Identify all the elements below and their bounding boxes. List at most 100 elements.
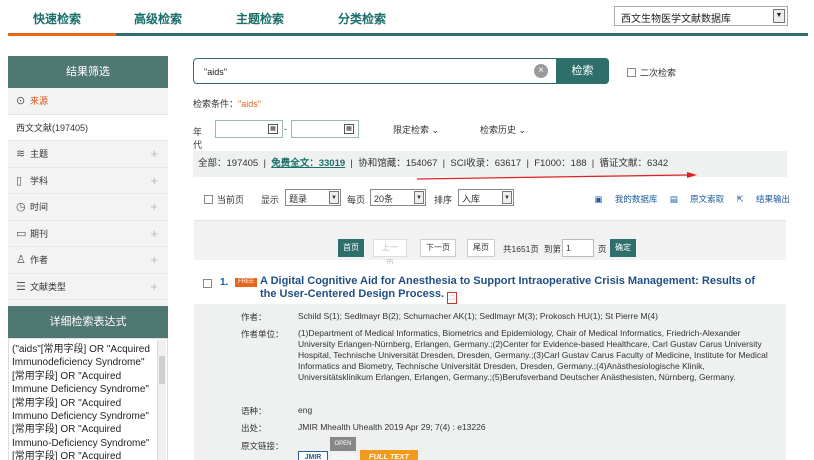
detail-expression-title: 详细检索表达式 (8, 306, 168, 338)
sort-select[interactable]: 入库 ▼ (458, 189, 514, 206)
chevron-down-icon[interactable]: ▼ (502, 191, 512, 204)
result-toolbar: 当前页 显示 题录 ▼ 每页 20条 ▼ 排序 入库 ▼ ▣ 我的数据库 ▤ 原文索取… (200, 189, 790, 209)
free-badge: FREE (235, 278, 257, 287)
first-page-button[interactable]: 首页 (338, 239, 364, 257)
export-results-link[interactable]: ⇱ 结果输出 (737, 194, 791, 204)
year-dash: - (284, 124, 287, 134)
fulltext-link-label: 原文链接： (241, 441, 284, 451)
sidebar-item-subject[interactable]: ≋ 主题 + (8, 141, 168, 168)
limit-search-dropdown[interactable]: 限定检索 ⌄ (393, 123, 439, 136)
search-input[interactable]: "aids" × 检索 (193, 58, 609, 84)
authors-label: 作者： (241, 312, 267, 322)
sidebar-item-label: 来源 (30, 96, 49, 106)
tab-advanced-search[interactable]: 高级检索 (134, 10, 182, 27)
plus-icon[interactable]: + (150, 168, 158, 194)
display-select[interactable]: 题录 ▼ (285, 189, 341, 206)
active-tab-indicator (8, 33, 116, 36)
chevron-down-icon[interactable]: ▼ (773, 9, 785, 23)
scrollbar[interactable] (157, 340, 166, 460)
affiliation-value: (1)Department of Medical Informatics, Bi… (298, 328, 768, 382)
sidebar-item-discipline[interactable]: ▯ 学科 + (8, 168, 168, 194)
plus-icon[interactable]: + (150, 141, 158, 167)
current-page-toggle[interactable]: 当前页 (204, 193, 244, 206)
goto-label: 到第 (544, 244, 562, 254)
open-access-badge[interactable]: OPEN ACCESS (330, 437, 356, 460)
result-detail: 作者： Schild S(1); Sedlmayr B(2); Schumach… (194, 304, 786, 460)
pdf-icon[interactable]: ⬚ (447, 292, 458, 304)
result-title-link[interactable]: A Digital Cognitive Aid for Anesthesia t… (260, 275, 770, 304)
sidebar-item-label: 时间 (30, 202, 49, 212)
secondary-search-toggle[interactable]: 二次检索 (627, 66, 676, 79)
language-label: 语种： (241, 406, 267, 416)
clear-icon[interactable]: × (534, 64, 548, 78)
jmir-logo[interactable]: JMIR (298, 451, 328, 460)
year-from-input[interactable]: ▦ (215, 120, 283, 138)
page-unit-label: 页 (598, 244, 607, 254)
next-page-button[interactable]: 下一页 (420, 239, 456, 257)
fulltext-request-link[interactable]: ▤ 原文索取 (670, 194, 724, 204)
result-number: 1. (220, 277, 229, 288)
search-history-dropdown[interactable]: 检索历史 ⌄ (480, 123, 526, 136)
stat-evidence-based[interactable]: 循证文献：6342 (600, 158, 669, 169)
filter-title: 结果筛选 (8, 56, 168, 88)
full-text-button[interactable]: FULL TEXT (360, 450, 418, 460)
tab-quick-search[interactable]: 快速检索 (33, 10, 81, 27)
search-history-label: 检索历史 (480, 125, 517, 135)
sidebar-item-author[interactable]: ♙ 作者 + (8, 247, 168, 274)
search-expression-box[interactable]: ("aids"[常用字段] OR "Acquired Immunodeficie… (8, 338, 168, 460)
stat-f1000[interactable]: F1000：188 (534, 158, 586, 169)
stat-free-fulltext[interactable]: 免费全文：33019 (271, 158, 345, 169)
sidebar-item-label: 主题 (30, 149, 49, 159)
my-database-link[interactable]: ▣ 我的数据库 (594, 194, 657, 204)
search-condition-query: "aids" (238, 99, 261, 109)
tab-category-search[interactable]: 分类检索 (338, 10, 386, 27)
plus-icon[interactable]: + (150, 221, 158, 247)
secondary-search-checkbox[interactable] (627, 68, 636, 77)
sidebar-item-time[interactable]: ◷ 时间 + (8, 194, 168, 221)
database-select[interactable]: 西文生物医学文献数据库 ▼ (614, 6, 788, 26)
source-value: JMIR Mhealth Uhealth 2019 Apr 29; 7(4) :… (298, 422, 486, 432)
search-condition-label: 检索条件： (193, 99, 239, 109)
plus-icon[interactable]: + (150, 194, 158, 220)
plus-icon[interactable]: + (150, 274, 158, 300)
stat-pumc-collection[interactable]: 协和馆藏：154067 (358, 158, 437, 169)
secondary-search-label: 二次检索 (640, 68, 677, 78)
current-page-checkbox[interactable] (204, 195, 213, 204)
page-number-input[interactable]: 1 (562, 239, 594, 257)
calendar-icon[interactable]: ▦ (344, 124, 354, 134)
per-page-select-value: 20条 (374, 194, 394, 204)
prev-page-button[interactable]: 上一页 (373, 239, 407, 268)
export-results-label: 结果输出 (755, 194, 790, 204)
calendar-icon[interactable]: ▦ (268, 124, 278, 134)
sidebar-item-journal[interactable]: ▭ 期刊 + (8, 221, 168, 247)
tab-subject-search[interactable]: 主题检索 (236, 10, 284, 27)
sidebar-item-label: 期刊 (30, 228, 49, 239)
sidebar-item-source[interactable]: ⊙ 来源 (8, 88, 168, 115)
stat-sci[interactable]: SCI收录：63617 (450, 158, 521, 169)
chevron-down-icon[interactable]: ▼ (329, 191, 339, 204)
fulltext-request-label: 原文索取 (690, 194, 725, 204)
sidebar-item-source-western[interactable]: 西文文献(197405) (8, 114, 168, 141)
user-icon: ♙ (16, 254, 26, 266)
plus-icon[interactable]: + (150, 247, 158, 273)
sidebar-item-label: 文献类型 (30, 281, 67, 292)
pagination: 首页 上一页 下一页 尾页 共1651页 到第 1 页 确定 (194, 220, 786, 268)
scrollbar-thumb[interactable] (159, 356, 165, 384)
fulltext-links: JMIROPEN ACCESS FULL TEXT (298, 437, 768, 460)
go-page-button[interactable]: 确定 (610, 239, 636, 257)
list-icon: ☰ (16, 280, 26, 293)
per-page-select[interactable]: 20条 ▼ (370, 189, 426, 206)
sidebar-item-doc-type[interactable]: ☰ 文献类型 + (8, 274, 168, 300)
result-item: 1. FREE A Digital Cognitive Aid for Anes… (194, 264, 786, 460)
last-page-button[interactable]: 尾页 (467, 239, 495, 257)
authors-value: Schild S(1); Sedlmayr B(2); Schumacher A… (298, 311, 658, 321)
chevron-down-icon[interactable]: ▼ (414, 191, 424, 204)
result-checkbox[interactable] (203, 279, 212, 288)
limit-search-label: 限定检索 (393, 125, 430, 135)
year-to-input[interactable]: ▦ (291, 120, 359, 138)
search-button[interactable]: 检索 (556, 58, 609, 84)
stat-all[interactable]: 全部：197405 (198, 158, 258, 169)
sort-select-value: 入库 (462, 194, 481, 204)
top-nav: 快速检索 高级检索 主题检索 分类检索 西文生物医学文献数据库 ▼ (0, 0, 814, 36)
display-label: 显示 (261, 195, 280, 205)
